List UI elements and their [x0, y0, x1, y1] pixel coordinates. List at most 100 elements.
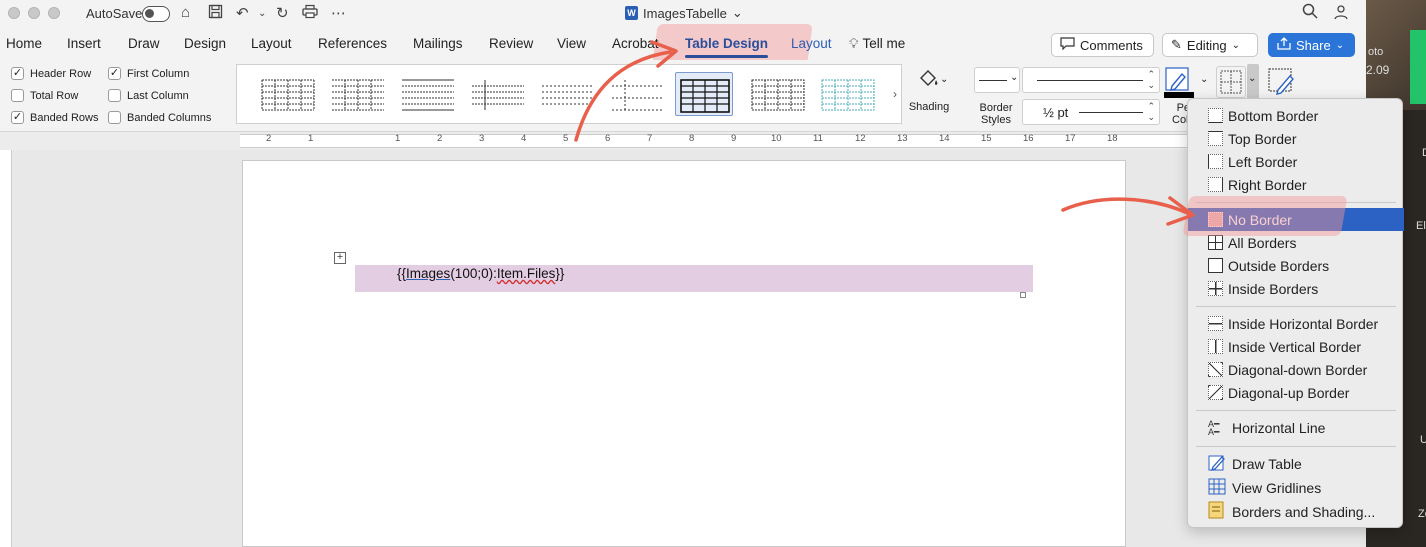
document-title[interactable]: W ImagesTabelle ⌄ — [625, 5, 743, 21]
save-icon[interactable] — [208, 4, 223, 23]
chevron-down-icon[interactable]: ⌄ — [1200, 74, 1208, 85]
table-style-thumbnail-selected[interactable] — [675, 72, 733, 116]
inside-horizontal-border-icon — [1208, 316, 1223, 331]
table-style-thumbnail[interactable] — [539, 72, 597, 116]
undo-icon[interactable]: ↶ — [236, 4, 249, 22]
tab-view[interactable]: View — [557, 36, 586, 51]
tab-draw[interactable]: Draw — [128, 36, 160, 51]
menu-item-inside-borders[interactable]: Inside Borders — [1188, 277, 1404, 300]
tab-home[interactable]: Home — [6, 36, 42, 51]
document-page[interactable] — [242, 160, 1126, 547]
stepper-icon: ⌃ ⌄ — [1147, 101, 1155, 122]
borders-dropdown-menu: Bottom Border Top Border Left Border Rig… — [1187, 98, 1404, 528]
option-last-column[interactable]: Last Column — [108, 89, 189, 102]
tab-review[interactable]: Review — [489, 36, 533, 51]
tab-table-layout[interactable]: Layout — [791, 36, 832, 51]
gridlines-icon — [1208, 478, 1226, 498]
table-styles-gallery: › — [236, 64, 902, 124]
tab-design[interactable]: Design — [184, 36, 226, 51]
line-style-preview — [979, 80, 1007, 81]
chevron-down-icon: ⌄ — [1231, 39, 1241, 51]
table-style-thumbnail[interactable] — [329, 72, 387, 116]
tab-insert[interactable]: Insert — [67, 36, 101, 51]
option-first-column[interactable]: ✓ First Column — [108, 67, 189, 80]
option-banded-rows[interactable]: ✓ Banded Rows — [11, 111, 99, 124]
menu-item-draw-table[interactable]: Draw Table — [1188, 452, 1404, 475]
menu-item-inside-horizontal-border[interactable]: Inside Horizontal Border — [1188, 312, 1404, 335]
border-styles-button[interactable]: ⌄ — [974, 67, 1020, 93]
last-column-checkbox[interactable] — [108, 89, 121, 102]
bottom-border-icon — [1208, 108, 1223, 123]
table-style-thumbnail[interactable] — [399, 72, 457, 116]
table-style-thumbnail[interactable] — [259, 72, 317, 116]
option-banded-columns[interactable]: Banded Columns — [108, 111, 211, 124]
menu-item-horizontal-line[interactable]: A━ A━ Horizontal Line — [1188, 416, 1404, 439]
pencil-icon: ✎ — [1171, 37, 1182, 52]
editing-mode-button[interactable]: ✎ Editing ⌄ — [1162, 33, 1258, 57]
tab-table-design[interactable]: Table Design — [685, 36, 769, 58]
first-column-checkbox[interactable]: ✓ — [108, 67, 121, 80]
tab-references[interactable]: References — [318, 36, 387, 51]
table-cell-field[interactable]: {{Images(100;0):Item.Files}} — [397, 266, 564, 281]
header-row-label: Header Row — [30, 67, 92, 80]
last-column-label: Last Column — [127, 89, 189, 102]
menu-item-top-border[interactable]: Top Border — [1188, 127, 1404, 150]
banded-rows-label: Banded Rows — [30, 111, 99, 124]
tab-acrobat[interactable]: Acrobat — [612, 36, 659, 51]
table-style-thumbnail[interactable] — [819, 72, 877, 116]
table-resize-handle[interactable] — [1020, 292, 1026, 298]
shading-label: Shading — [908, 101, 950, 113]
header-row-checkbox[interactable]: ✓ — [11, 67, 24, 80]
ruler-number: 18 — [1107, 133, 1118, 144]
comments-button[interactable]: Comments — [1051, 33, 1154, 57]
table-style-thumbnail[interactable] — [469, 72, 527, 116]
undo-dropdown-icon[interactable]: ⌄ — [258, 8, 266, 19]
borders-dropdown-toggle[interactable]: ⌄ — [1247, 64, 1259, 100]
shading-button[interactable]: ⌄ Shading — [906, 66, 952, 120]
background-text: D — [1422, 147, 1426, 159]
table-style-thumbnail[interactable] — [749, 72, 807, 116]
menu-item-diagonal-down-border[interactable]: Diagonal-down Border — [1188, 358, 1404, 381]
menu-item-bottom-border[interactable]: Bottom Border — [1188, 104, 1404, 127]
pen-color-button[interactable] — [1164, 66, 1198, 100]
borders-button[interactable] — [1216, 66, 1246, 98]
line-style-select[interactable]: ⌃ ⌄ — [1022, 67, 1160, 93]
menu-item-view-gridlines[interactable]: View Gridlines — [1188, 476, 1404, 499]
word-doc-icon: W — [625, 6, 638, 20]
search-icon[interactable] — [1302, 3, 1318, 23]
border-painter-button[interactable] — [1266, 66, 1298, 98]
account-icon[interactable] — [1333, 4, 1349, 24]
banded-columns-checkbox[interactable] — [108, 111, 121, 124]
tab-layout[interactable]: Layout — [251, 36, 292, 51]
close-window-button[interactable] — [8, 7, 20, 19]
home-icon[interactable]: ⌂ — [181, 4, 190, 21]
menu-item-right-border[interactable]: Right Border — [1188, 173, 1404, 196]
menu-item-borders-and-shading[interactable]: Borders and Shading... — [1188, 500, 1404, 523]
menu-item-label: Inside Borders — [1228, 280, 1319, 297]
share-button[interactable]: Share ⌄ — [1268, 33, 1355, 57]
tab-mailings[interactable]: Mailings — [413, 36, 463, 51]
menu-item-outside-borders[interactable]: Outside Borders — [1188, 254, 1404, 277]
tell-me-search[interactable]: 💡︎ Tell me — [849, 36, 905, 52]
banded-rows-checkbox[interactable]: ✓ — [11, 111, 24, 124]
print-icon[interactable] — [302, 4, 318, 23]
gallery-more-button[interactable]: › — [893, 87, 897, 101]
table-style-thumbnail[interactable] — [609, 72, 667, 116]
ruler-number: 1 — [395, 133, 401, 144]
background-text: 2.09 — [1366, 63, 1390, 77]
line-weight-select[interactable]: ½ pt ⌃ ⌄ — [1022, 99, 1160, 125]
minimize-window-button[interactable] — [28, 7, 40, 19]
autosave-toggle[interactable] — [142, 6, 170, 22]
menu-item-label: Horizontal Line — [1232, 419, 1326, 436]
table-move-handle[interactable]: + — [334, 252, 346, 264]
menu-item-inside-vertical-border[interactable]: Inside Vertical Border — [1188, 335, 1404, 358]
total-row-checkbox[interactable] — [11, 89, 24, 102]
menu-item-left-border[interactable]: Left Border — [1188, 150, 1404, 173]
more-icon[interactable]: ⋯ — [331, 4, 346, 22]
menu-item-diagonal-up-border[interactable]: Diagonal-up Border — [1188, 381, 1404, 404]
option-header-row[interactable]: ✓ Header Row — [11, 67, 91, 80]
option-total-row[interactable]: Total Row — [11, 89, 78, 102]
redo-icon[interactable]: ↻ — [276, 4, 289, 22]
zoom-window-button[interactable] — [48, 7, 60, 19]
horizontal-line-icon: A━ A━ — [1208, 418, 1220, 437]
